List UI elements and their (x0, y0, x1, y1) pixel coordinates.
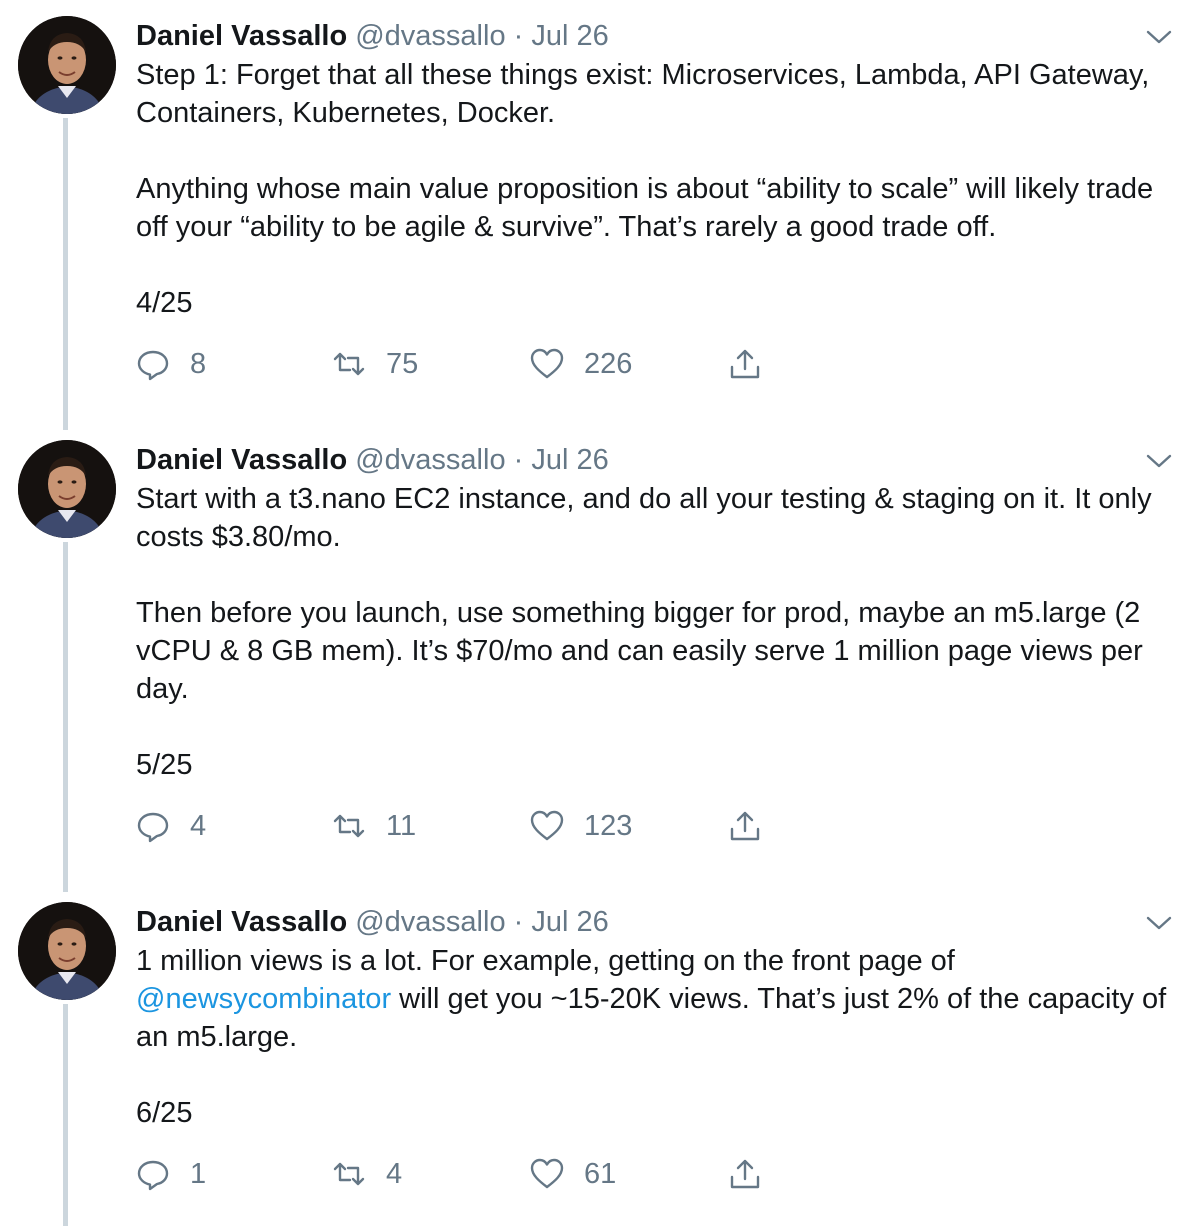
avatar[interactable] (18, 902, 116, 1000)
author-handle[interactable]: @dvassallo (355, 906, 505, 938)
thread-line (63, 1004, 68, 1226)
tweet-text: Start with a t3.nano EC2 instance, and d… (136, 480, 1186, 784)
tweet-header: Daniel Vassallo @dvassallo · Jul 26 (136, 16, 609, 56)
author-handle[interactable]: @dvassallo (355, 444, 505, 476)
thread-counter: 6/25 (136, 1097, 193, 1129)
separator-dot: · (513, 444, 524, 476)
like-count: 123 (584, 810, 633, 842)
like-icon (530, 348, 564, 379)
share-icon (730, 1159, 760, 1189)
retweet-button[interactable]: 11 (332, 806, 416, 846)
retweet-button[interactable]: 75 (332, 344, 418, 384)
share-icon (730, 811, 760, 841)
reply-button[interactable]: 8 (136, 344, 206, 384)
retweet-button[interactable]: 4 (332, 1154, 402, 1194)
share-button[interactable] (728, 1154, 762, 1194)
author-name[interactable]: Daniel Vassallo (136, 906, 347, 938)
chevron-down-icon[interactable] (1142, 450, 1176, 472)
tweet-header: Daniel Vassallo @dvassallo · Jul 26 (136, 440, 609, 480)
like-count: 226 (584, 348, 633, 380)
retweet-count: 75 (386, 348, 419, 380)
tweet-date[interactable]: Jul 26 (531, 906, 608, 938)
tweet-actions: 1 4 61 (136, 1154, 836, 1194)
separator-dot: · (513, 20, 524, 52)
retweet-icon (333, 814, 365, 838)
share-button[interactable] (728, 344, 762, 384)
tweet-header: Daniel Vassallo @dvassallo · Jul 26 (136, 902, 609, 942)
share-icon (730, 349, 760, 379)
tweet-date[interactable]: Jul 26 (531, 20, 608, 52)
chevron-down-icon[interactable] (1142, 26, 1176, 48)
share-button[interactable] (728, 806, 762, 846)
tweet-date[interactable]: Jul 26 (531, 444, 608, 476)
chevron-down-icon[interactable] (1142, 912, 1176, 934)
like-icon (530, 1158, 564, 1189)
reply-button[interactable]: 1 (136, 1154, 206, 1194)
like-button[interactable]: 61 (530, 1154, 616, 1194)
reply-icon (137, 350, 169, 381)
retweet-count: 11 (386, 810, 417, 842)
tweet-text-segment: 1 million views is a lot. For example, g… (136, 945, 963, 977)
author-handle[interactable]: @dvassallo (355, 20, 505, 52)
tweet-actions: 4 11 123 (136, 806, 836, 846)
tweet-paragraph: Anything whose main value proposition is… (136, 173, 1162, 243)
thread-line (63, 542, 68, 892)
like-button[interactable]: 123 (530, 806, 632, 846)
tweet-paragraph: Then before you launch, use something bi… (136, 597, 1151, 705)
thread-counter: 5/25 (136, 749, 193, 781)
retweet-icon (333, 1162, 365, 1186)
tweet-paragraph: Step 1: Forget that all these things exi… (136, 59, 1158, 129)
thread-counter: 4/25 (136, 287, 193, 319)
reply-icon (137, 1160, 169, 1191)
retweet-icon (333, 352, 365, 376)
like-count: 61 (584, 1158, 617, 1190)
thread-line (63, 118, 68, 430)
retweet-count: 4 (386, 1158, 403, 1190)
like-icon (530, 810, 564, 841)
author-name[interactable]: Daniel Vassallo (136, 444, 347, 476)
tweet-actions: 8 75 226 (136, 344, 836, 384)
like-button[interactable]: 226 (530, 344, 632, 384)
reply-count: 4 (190, 810, 207, 842)
mention-link[interactable]: @newsycombinator (136, 983, 391, 1015)
reply-count: 1 (190, 1158, 207, 1190)
author-name[interactable]: Daniel Vassallo (136, 20, 347, 52)
tweet-paragraph: 1 million views is a lot. For example, g… (136, 942, 1186, 1056)
reply-button[interactable]: 4 (136, 806, 206, 846)
tweet-paragraph: Start with a t3.nano EC2 instance, and d… (136, 483, 1160, 553)
tweet-text: Step 1: Forget that all these things exi… (136, 56, 1186, 322)
separator-dot: · (513, 906, 524, 938)
reply-icon (137, 812, 169, 843)
avatar[interactable] (18, 440, 116, 538)
reply-count: 8 (190, 348, 207, 380)
avatar[interactable] (18, 16, 116, 114)
tweet-text: 1 million views is a lot. For example, g… (136, 942, 1186, 1132)
